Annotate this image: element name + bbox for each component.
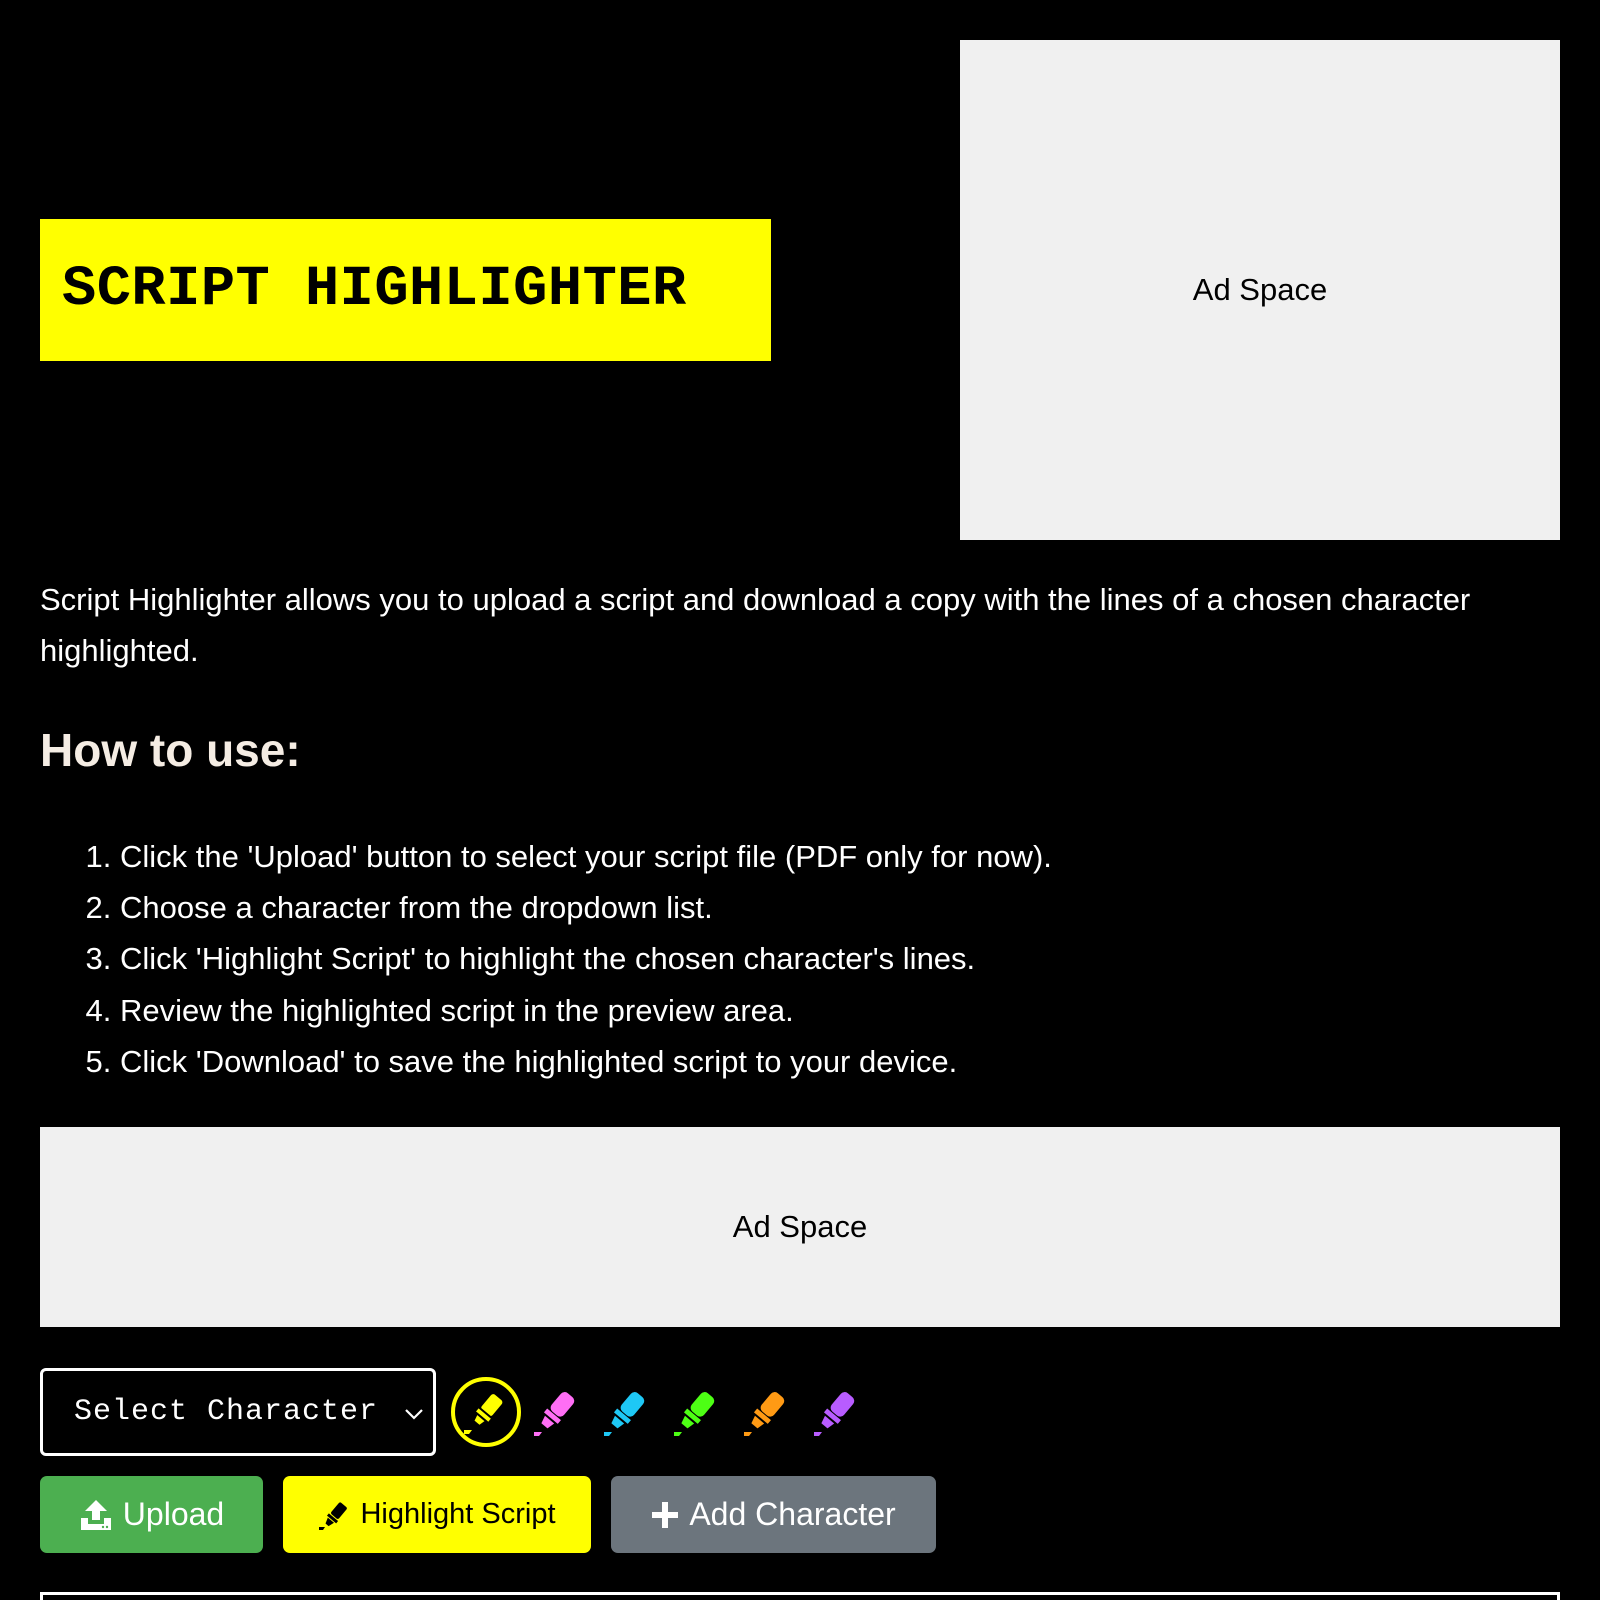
character-select[interactable]: Select Character [40, 1368, 436, 1456]
ad-space-label: Ad Space [732, 1209, 868, 1244]
upload-button[interactable]: Upload [40, 1476, 263, 1553]
highlighter-icon [674, 1392, 715, 1436]
chevron-down-icon [405, 1409, 423, 1420]
instruction-step: Review the highlighted script in the pre… [120, 985, 1052, 1036]
highlighter-color-purple[interactable] [801, 1377, 871, 1447]
highlighter-icon [319, 1502, 348, 1530]
plus-icon [652, 1501, 679, 1528]
intro-text: Script Highlighter allows you to upload … [40, 582, 1471, 668]
highlighter-icon [814, 1392, 855, 1436]
add-character-button[interactable]: Add Character [611, 1476, 936, 1553]
highlight-script-button-label: Highlight Script [360, 1498, 556, 1530]
highlighter-icon [604, 1392, 645, 1436]
ad-space-wide: Ad Space [40, 1127, 1560, 1327]
highlighter-color-green[interactable] [661, 1377, 731, 1447]
instructions-list: Click the 'Upload' button to select your… [40, 831, 1052, 1087]
logo-banner: SCRIPT HIGHLIGHTER [40, 219, 771, 361]
logo-title: SCRIPT HIGHLIGHTER [62, 258, 687, 322]
highlighter-icon [744, 1392, 785, 1436]
highlighter-color-pink[interactable] [521, 1377, 591, 1447]
instruction-step: Click 'Download' to save the highlighted… [120, 1036, 1052, 1087]
add-character-button-label: Add Character [689, 1496, 896, 1532]
character-select-value: Select Character [74, 1395, 379, 1429]
instruction-step: Click the 'Upload' button to select your… [120, 831, 1052, 882]
ad-space-top: Ad Space [960, 40, 1560, 540]
highlighter-color-blue[interactable] [591, 1377, 661, 1447]
preview-area [40, 1592, 1560, 1600]
highlighter-color-orange[interactable] [731, 1377, 801, 1447]
upload-icon [80, 1499, 111, 1530]
highlighter-icon [534, 1392, 575, 1436]
ad-space-label: Ad Space [1192, 272, 1328, 307]
highlighter-color-yellow[interactable] [451, 1377, 521, 1447]
how-to-use-heading: How to use: [40, 724, 301, 776]
highlight-script-button[interactable]: Highlight Script [283, 1476, 591, 1553]
highlighter-icon [464, 1392, 505, 1434]
upload-button-label: Upload [122, 1496, 225, 1532]
instruction-step: Click 'Highlight Script' to highlight th… [120, 933, 1052, 984]
instruction-step: Choose a character from the dropdown lis… [120, 882, 1052, 933]
